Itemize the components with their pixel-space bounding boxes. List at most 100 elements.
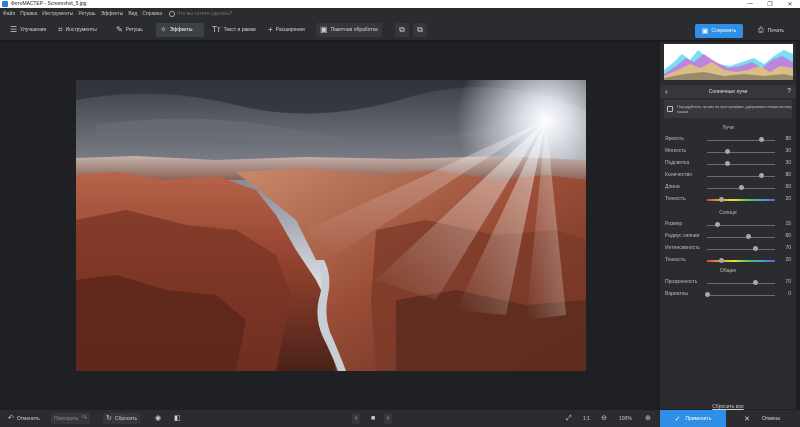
check-icon: ✓ — [674, 415, 681, 423]
slider-handle[interactable] — [715, 222, 721, 227]
slider-track[interactable] — [707, 260, 775, 262]
prev-photo-button[interactable]: ‹ — [352, 413, 361, 424]
chevron-left-icon: ‹ — [355, 415, 358, 422]
reset-icon: ↻ — [106, 415, 112, 422]
slider-handle[interactable] — [759, 137, 765, 142]
slider-track[interactable] — [707, 237, 775, 238]
slider-track[interactable] — [707, 199, 775, 201]
tab-effects[interactable]: ✧ Эффекты — [156, 23, 204, 37]
slider-label: Вариатны — [665, 291, 689, 297]
zoom-actual-button[interactable]: 1:1 — [580, 413, 593, 424]
tab-batch[interactable]: ▣ Пакетная обработка — [316, 23, 382, 37]
open-folder-button[interactable]: ■ — [368, 413, 378, 424]
photo-editor-app: ФотоМАСТЕР - Screenshot_5.jpg — ❐ ✕ Файл… — [0, 0, 800, 427]
undo-button[interactable]: ↶ Отменить — [5, 413, 43, 424]
menu-help[interactable]: Справка — [142, 11, 162, 17]
slider-track[interactable] — [707, 249, 775, 250]
fit-screen-icon: ⤢ — [566, 415, 572, 422]
tab-tools[interactable]: ⌗ Инструменты — [54, 23, 101, 37]
slider-handle[interactable] — [752, 246, 758, 251]
image-canvas — [4, 42, 656, 409]
brush-icon: ✎ — [116, 25, 123, 34]
slider-row: Интенсивность 70 — [664, 244, 794, 254]
zoom-out-button[interactable]: ⊖ — [598, 413, 610, 424]
menu-effects[interactable]: Эффекты — [101, 11, 124, 17]
menu-edit[interactable]: Правка — [20, 11, 37, 17]
history-button[interactable]: ⧉ — [413, 23, 427, 37]
redo-button[interactable]: Повторить ↷ — [51, 413, 91, 424]
tab-text-frames[interactable]: Tт Текст и рамки — [208, 23, 260, 37]
menu-retouch[interactable]: Ретушь — [78, 11, 95, 17]
slider-track[interactable] — [707, 140, 775, 141]
slider-handle[interactable] — [718, 258, 724, 263]
panel-title: Солнечные лучи — [708, 88, 748, 95]
apply-button[interactable]: ✓ Применить — [660, 410, 726, 427]
slider-label: Подсветка — [665, 160, 690, 166]
back-arrow-icon[interactable]: ‹ — [665, 87, 668, 96]
panel-header: ‹ Солнечные лучи ? — [660, 85, 796, 98]
title-bar: ФотоМАСТЕР - Screenshot_5.jpg — ❐ ✕ — [0, 0, 800, 8]
tab-extensions-label: Расширения — [275, 27, 305, 33]
tab-tools-label: Инструменты — [65, 27, 97, 33]
app-icon — [2, 1, 8, 7]
cancel-label: Отмена — [761, 415, 780, 422]
info-icon — [667, 106, 673, 112]
photo-canyon-sun-rays[interactable] — [76, 80, 586, 371]
tab-text-frames-label: Текст и рамки — [223, 27, 256, 33]
canyon-image — [76, 80, 586, 371]
menu-view[interactable]: Вид — [128, 11, 137, 17]
batch-icon: ▣ — [320, 25, 328, 34]
slider-track[interactable] — [707, 295, 775, 296]
zoom-in-button[interactable]: ⊕ — [642, 413, 654, 424]
split-view-button[interactable]: ◧ — [171, 413, 184, 424]
minimize-button[interactable]: — — [740, 0, 760, 8]
info-text: Порадуйтесь лучам по фотографии, удержив… — [677, 104, 792, 114]
slider-value: 30 — [785, 148, 791, 154]
slider-handle[interactable] — [725, 161, 731, 166]
slider-track[interactable] — [707, 152, 775, 153]
folder-icon: ■ — [371, 415, 376, 422]
slider-label: Размер — [665, 221, 683, 227]
histogram — [664, 44, 793, 80]
slider-handle[interactable] — [739, 185, 744, 190]
slider-handle[interactable] — [745, 234, 751, 239]
cancel-button[interactable]: ✕ Отмена — [728, 410, 796, 427]
slider-track[interactable] — [707, 283, 775, 284]
histogram-graph — [664, 50, 793, 80]
text-icon: Tт — [212, 25, 221, 34]
slider-track[interactable] — [707, 176, 775, 177]
redo-icon: ↷ — [81, 415, 88, 422]
slider-value: 60 — [785, 233, 791, 239]
slider-handle[interactable] — [718, 197, 724, 202]
slider-label: Тонкость — [665, 196, 686, 202]
fit-screen-button[interactable]: ⤢ — [563, 413, 575, 424]
slider-handle[interactable] — [725, 149, 731, 154]
tab-retouch-label: Ретушь — [125, 27, 143, 33]
menu-file[interactable]: Файл — [3, 11, 15, 17]
tab-enhance[interactable]: ☰ Улучшения — [6, 23, 50, 37]
slider-row: Радиус сияния 60 — [664, 232, 794, 242]
save-button[interactable]: ▣ Сохранить — [695, 24, 743, 38]
slider-label: Тонкость — [665, 257, 686, 263]
print-button[interactable]: ⎙ Печать — [749, 24, 793, 38]
next-photo-button[interactable]: › — [384, 413, 393, 424]
search-input[interactable] — [176, 10, 257, 17]
slider-track[interactable] — [707, 164, 775, 165]
section-title-general: Общее — [719, 268, 737, 274]
sliders-icon: ☰ — [10, 25, 18, 34]
close-button[interactable]: ✕ — [780, 0, 800, 8]
slider-handle[interactable] — [752, 280, 758, 285]
window-title: ФотоМАСТЕР - Screenshot_5.jpg — [11, 1, 87, 7]
preview-toggle[interactable]: ◉ — [152, 413, 164, 424]
tab-retouch[interactable]: ✎ Ретушь — [112, 23, 147, 37]
help-icon[interactable]: ? — [787, 88, 791, 95]
slider-label: Прозрачность — [665, 279, 698, 285]
slider-handle[interactable] — [705, 292, 710, 297]
menu-tools[interactable]: Инструменты — [42, 11, 73, 17]
slider-row: Тонкость 20 — [664, 256, 794, 266]
reset-button[interactable]: ↻ Сбросить — [103, 413, 141, 424]
maximize-button[interactable]: ❐ — [760, 0, 780, 8]
tab-extensions[interactable]: + Расширения — [264, 23, 309, 37]
slider-handle[interactable] — [759, 173, 765, 178]
compare-button[interactable]: ⧉ — [395, 23, 409, 37]
